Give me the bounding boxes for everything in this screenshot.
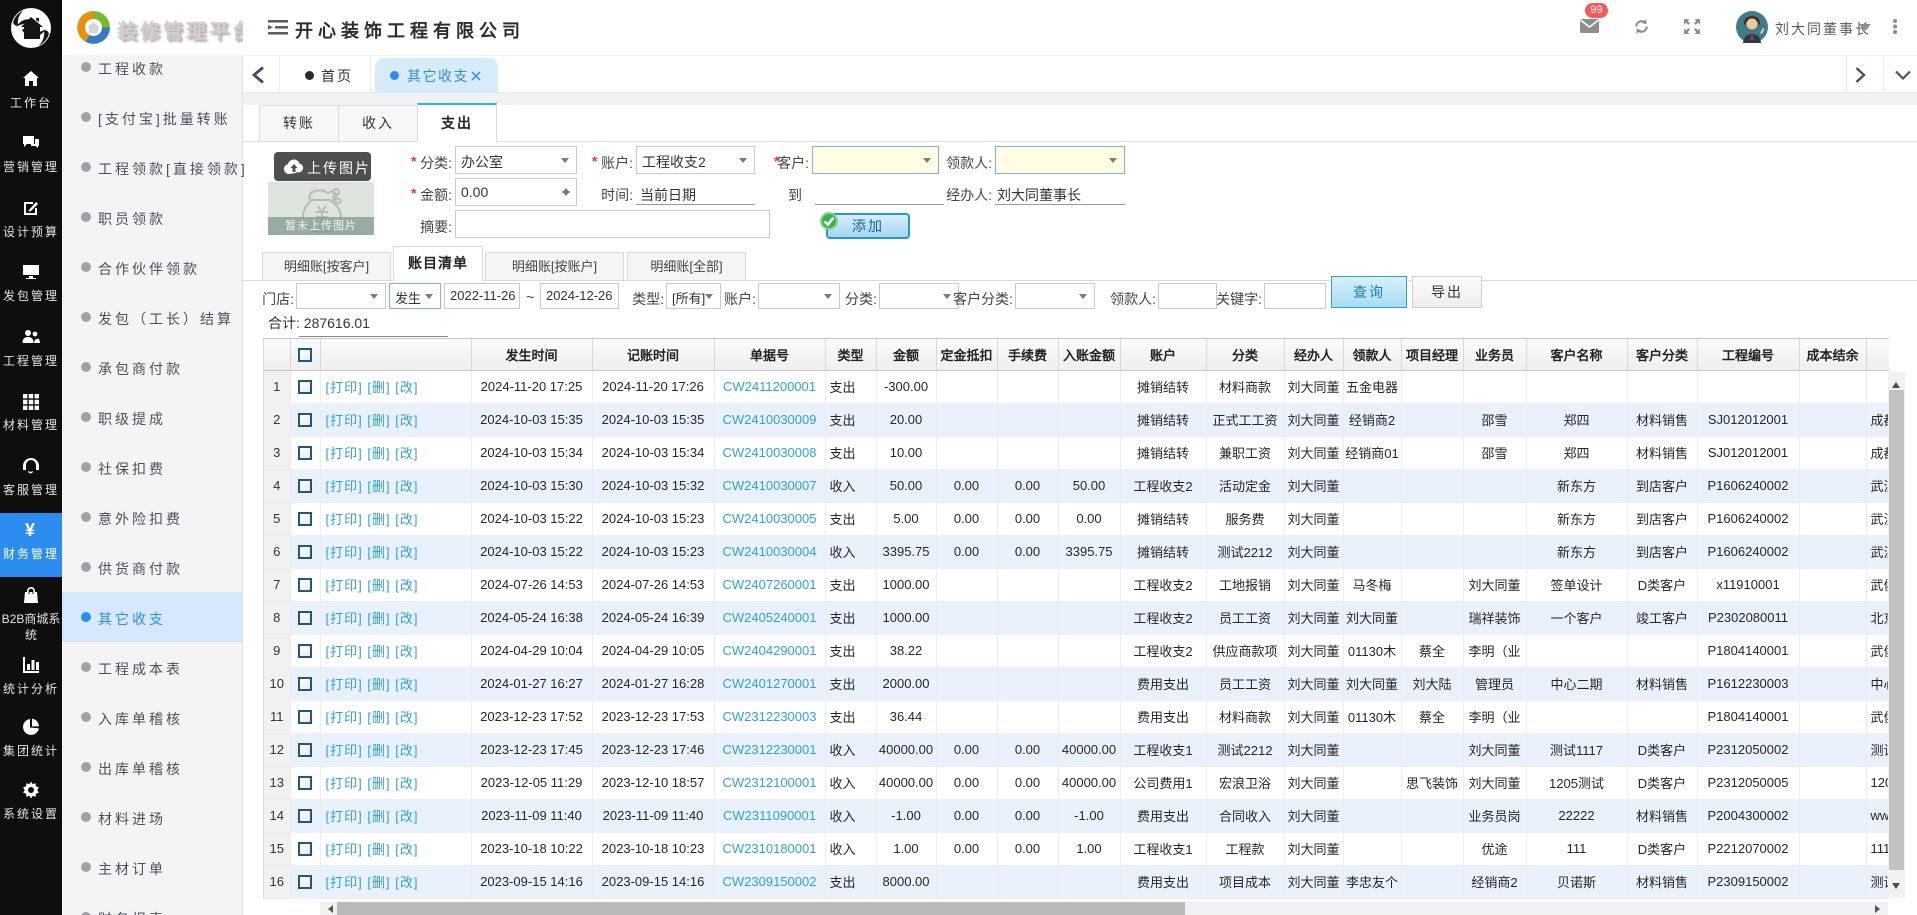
svg-text:¥: ¥ (25, 520, 37, 540)
